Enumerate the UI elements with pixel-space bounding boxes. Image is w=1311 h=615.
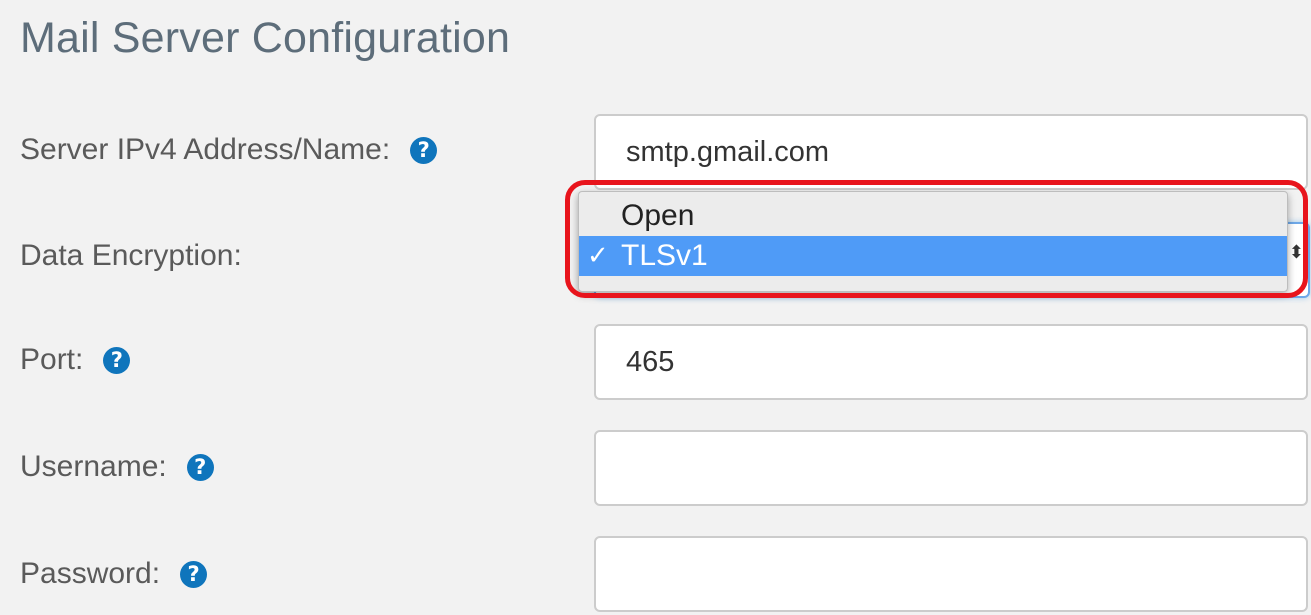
password-input[interactable]	[594, 536, 1308, 612]
server-address-label: Server IPv4 Address/Name:	[20, 133, 391, 166]
help-icon[interactable]: ?	[103, 346, 131, 374]
dropdown-option-open[interactable]: Open	[579, 196, 1287, 236]
help-icon[interactable]: ?	[410, 136, 438, 164]
dropdown-option-tlsv1[interactable]: ✓ TLSv1	[579, 236, 1287, 276]
server-address-input[interactable]: smtp.gmail.com	[594, 114, 1308, 190]
help-icon[interactable]: ?	[186, 453, 214, 481]
username-input[interactable]	[594, 430, 1308, 506]
password-label: Password:	[20, 557, 161, 590]
username-label: Username:	[20, 450, 167, 483]
page-title: Mail Server Configuration	[20, 14, 511, 62]
username-label-row: Username: ?	[20, 450, 214, 484]
data-encryption-label-row: Data Encryption:	[20, 239, 242, 273]
password-label-row: Password: ?	[20, 557, 208, 591]
checkmark-icon: ✓	[587, 241, 609, 271]
data-encryption-dropdown[interactable]: Open ✓ TLSv1	[578, 191, 1288, 292]
port-label: Port:	[20, 343, 84, 376]
dropdown-option-label: Open	[621, 199, 695, 232]
dropdown-option-label: TLSv1	[621, 239, 708, 272]
data-encryption-label: Data Encryption:	[20, 239, 242, 272]
port-input[interactable]: 465	[594, 324, 1308, 400]
select-arrows-icon: ⬍	[1288, 242, 1304, 263]
server-address-label-row: Server IPv4 Address/Name: ?	[20, 133, 438, 167]
port-label-row: Port: ?	[20, 343, 131, 377]
help-icon[interactable]: ?	[180, 560, 208, 588]
